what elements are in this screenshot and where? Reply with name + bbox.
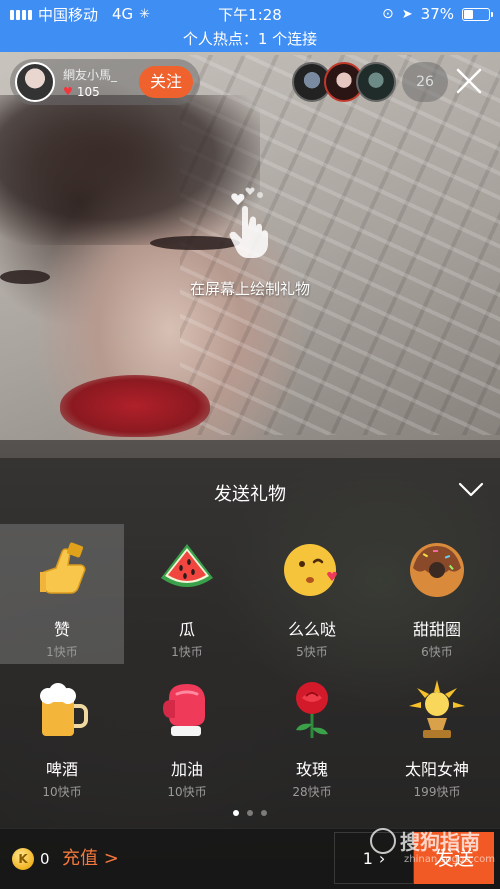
gift-price: 1快币 (171, 645, 203, 659)
heart-icon: ♥ (63, 85, 73, 98)
gift-item-watermelon[interactable]: 瓜 1快币 (125, 524, 249, 664)
gift-name: 甜甜圈 (412, 620, 461, 639)
host-info-pill[interactable]: 網友小馬_ ♥ 105 关注 (10, 59, 200, 105)
viewer-count[interactable]: 26 (402, 62, 448, 102)
host-like-count: 105 (76, 84, 100, 99)
gift-price: 199快币 (413, 785, 461, 799)
status-bar: 中国移动 4G ✳ 下午1:28 ⊙ ➤ 37% (0, 0, 500, 28)
rotation-lock-icon: ⊙ (382, 6, 394, 22)
gift-panel-header: 发送礼物 (0, 458, 500, 524)
gift-name: 么么哒 (287, 620, 336, 639)
gift-name: 赞 (53, 620, 70, 639)
gift-price: 6快币 (421, 645, 453, 659)
watermelon-icon (161, 544, 213, 587)
page-dot (247, 810, 253, 816)
network-type: 4G (112, 5, 134, 23)
gift-item-thumbs-up[interactable]: 赞 1快币 (0, 524, 124, 664)
gift-name: 加油 (170, 760, 203, 779)
boxing-glove-icon (163, 684, 205, 736)
gift-price: 5快币 (296, 645, 328, 659)
gift-panel-title: 发送礼物 (214, 484, 286, 505)
thumbs-up-icon (40, 542, 86, 594)
recharge-link[interactable]: 充值 > (62, 845, 119, 873)
streamer-lips (60, 375, 210, 437)
host-avatar[interactable] (15, 62, 55, 102)
gift-name: 玫瑰 (295, 760, 328, 779)
signal-strength-icon (10, 8, 32, 20)
gift-item-boxing-glove[interactable]: 加油 10快币 (125, 664, 249, 804)
page-dot (261, 810, 267, 816)
gift-item-donut[interactable]: 甜甜圈 6快币 (375, 524, 499, 664)
viewer-avatar[interactable] (356, 62, 396, 102)
kiss-face-icon (284, 544, 337, 596)
gift-item-rose[interactable]: 玫瑰 28快币 (250, 664, 374, 804)
loading-spinner-icon: ✳ (139, 6, 151, 22)
gift-price: 28快币 (292, 785, 332, 799)
donut-icon (410, 543, 464, 597)
location-arrow-icon: ➤ (401, 6, 413, 22)
page-dot (233, 810, 239, 816)
coin-balance: 0 (40, 850, 50, 868)
chevron-down-icon[interactable] (458, 480, 484, 498)
gift-price: 1快币 (46, 645, 78, 659)
gift-item-kiss[interactable]: 么么哒 5快币 (250, 524, 374, 664)
viewer-avatars: 26 (292, 62, 448, 102)
page-indicator[interactable] (0, 810, 500, 816)
gift-name: 啤酒 (45, 760, 78, 779)
gift-name: 太阳女神 (404, 760, 469, 779)
chevron-right-icon: › (378, 848, 386, 868)
streamer-eye (0, 270, 50, 284)
rose-icon (296, 682, 328, 738)
beer-icon (40, 683, 88, 736)
gift-item-sun-goddess[interactable]: 太阳女神 199快币 (375, 664, 499, 804)
sun-goddess-icon (409, 680, 465, 738)
carrier-name: 中国移动 (38, 5, 99, 24)
close-icon[interactable] (452, 64, 486, 98)
battery-percent: 37% (420, 5, 454, 23)
host-likes: ♥ 105 (63, 85, 117, 99)
draw-hint-text: 在屏幕上绘制礼物 (189, 280, 310, 298)
quantity-selector[interactable]: 1 › (334, 832, 414, 884)
gift-item-beer[interactable]: 啤酒 10快币 (0, 664, 124, 804)
coin-icon: K (12, 848, 34, 870)
gift-price: 10快币 (42, 785, 82, 799)
hand-draw-icon (229, 187, 268, 258)
draw-gift-hint: 在屏幕上绘制礼物 (150, 185, 350, 299)
gift-price: 10快币 (167, 785, 207, 799)
gift-name: 瓜 (178, 620, 195, 639)
quantity-value: 1 (362, 848, 373, 868)
battery-icon (462, 7, 493, 21)
gift-panel: 发送礼物 赞 1快币 瓜 1快币 么么哒 5快币 甜甜圈 6快币 啤酒 10快币… (0, 458, 500, 889)
host-name: 網友小馬_ (63, 67, 118, 82)
gift-bottom-bar: K 0 充值 > 1 › 发送 (0, 828, 500, 889)
hotspot-banner[interactable]: 个人热点：1 个连接 (0, 28, 500, 52)
send-gift-button[interactable]: 发送 (414, 832, 494, 884)
follow-button[interactable]: 关注 (139, 66, 193, 98)
